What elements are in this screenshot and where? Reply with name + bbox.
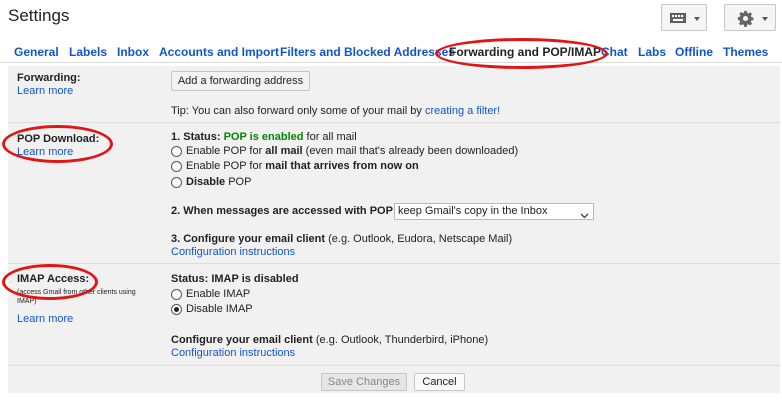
radio-selected-dot <box>174 307 179 312</box>
option-bold: Disable <box>186 176 226 188</box>
option-note: (even mail that's already been downloade… <box>305 145 519 157</box>
forwarding-tip-text: Tip: You can also forward only some of y… <box>171 105 422 117</box>
pop-from-now-option: Enable POP for mail that arrives from no… <box>186 160 419 172</box>
save-changes-button[interactable]: Save Changes <box>321 373 407 391</box>
highlight-ellipse <box>2 264 98 300</box>
pop-status: 1. Status: POP is enabled for all mail <box>171 131 357 143</box>
pop-action-select-value: keep Gmail's copy in the Inbox <box>398 205 548 217</box>
pop-from-now-radio[interactable] <box>171 161 182 172</box>
imap-disable-label: Disable IMAP <box>186 303 253 315</box>
highlight-ellipse <box>2 125 113 163</box>
forwarding-learn-more-link[interactable]: Learn more <box>17 85 73 97</box>
tab-labels[interactable]: Labels <box>69 45 107 59</box>
imap-status: Status: IMAP is disabled <box>171 273 299 285</box>
option-text: POP <box>228 176 252 188</box>
pop-status-suffix: for all mail <box>306 131 357 143</box>
pop-configure-label: 3. Configure your email client <box>171 233 326 245</box>
imap-enable-radio[interactable] <box>171 289 182 300</box>
pop-when-accessed-label: 2. When messages are accessed with POP <box>171 205 393 217</box>
keyboard-button[interactable] <box>661 4 707 31</box>
imap-configure-hint: (e.g. Outlook, Thunderbird, iPhone) <box>315 334 489 346</box>
section-divider <box>8 263 780 264</box>
forwarding-label: Forwarding: <box>17 72 81 84</box>
section-divider <box>8 122 780 123</box>
option-bold: mail that arrives from now on <box>265 160 419 172</box>
tab-filters-and-blocked-addresses[interactable]: Filters and Blocked Addresses <box>280 45 455 59</box>
pop-status-prefix: 1. Status: <box>171 131 221 143</box>
pop-disable-option: Disable POP <box>186 176 251 188</box>
imap-configuration-instructions-link[interactable]: Configuration instructions <box>171 347 295 359</box>
keyboard-icon <box>670 13 686 26</box>
add-forwarding-address-button[interactable]: Add a forwarding address <box>171 71 310 91</box>
pop-configure-client: 3. Configure your email client (e.g. Out… <box>171 233 512 245</box>
chevron-down-icon <box>580 209 589 224</box>
pop-status-value: POP is enabled <box>223 131 304 143</box>
imap-enable-label: Enable IMAP <box>186 288 251 300</box>
option-text: Enable POP for <box>186 160 263 172</box>
cancel-button[interactable]: Cancel <box>414 373 465 391</box>
tab-general[interactable]: General <box>14 45 59 59</box>
forwarding-tip: Tip: You can also forward only some of y… <box>171 105 500 117</box>
tab-inbox[interactable]: Inbox <box>117 45 149 59</box>
tab-labs[interactable]: Labs <box>638 45 666 59</box>
page-title: Settings <box>8 6 70 25</box>
imap-configure-label: Configure your email client <box>171 334 313 346</box>
pop-action-select[interactable]: keep Gmail's copy in the Inbox <box>394 203 594 220</box>
tab-divider <box>0 62 782 63</box>
create-filter-link[interactable]: creating a filter! <box>425 105 500 117</box>
imap-disable-radio[interactable] <box>171 304 182 315</box>
section-divider <box>8 365 780 366</box>
imap-learn-more-link[interactable]: Learn more <box>17 313 73 325</box>
pop-configure-hint: (e.g. Outlook, Eudora, Netscape Mail) <box>328 233 513 245</box>
imap-configure-client: Configure your email client (e.g. Outloo… <box>171 334 488 346</box>
option-bold: all mail <box>265 145 303 157</box>
pop-all-mail-radio[interactable] <box>171 146 182 157</box>
chevron-down-icon <box>762 17 768 21</box>
tab-accounts-and-import[interactable]: Accounts and Import <box>159 45 279 59</box>
option-text: Enable POP for <box>186 145 263 157</box>
highlight-ellipse <box>435 38 608 69</box>
tab-offline[interactable]: Offline <box>675 45 713 59</box>
chevron-down-icon <box>694 17 700 21</box>
settings-gear-button[interactable] <box>724 4 776 31</box>
pop-configuration-instructions-link[interactable]: Configuration instructions <box>171 246 295 258</box>
pop-disable-radio[interactable] <box>171 177 182 188</box>
gear-icon <box>737 10 754 30</box>
pop-all-mail-option: Enable POP for all mail (even mail that'… <box>186 145 518 157</box>
tab-themes[interactable]: Themes <box>723 45 768 59</box>
